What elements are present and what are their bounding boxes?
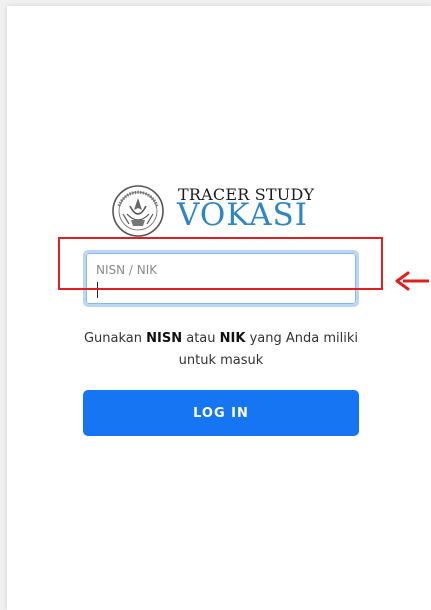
login-card [7, 6, 431, 610]
annotation-highlight-box [58, 237, 383, 290]
hint-prefix: Gunakan [83, 331, 147, 346]
arrow-left-icon [395, 271, 429, 291]
tracer-study-logo: TRACER STUDY VOKASI [107, 182, 327, 240]
hint-nisn: NISN [146, 331, 183, 346]
hint-middle: atau [182, 331, 220, 346]
login-hint-text: Gunakan NISN atau NIK yang Anda miliki u… [83, 328, 359, 372]
login-button[interactable]: LOG IN [83, 390, 359, 436]
hint-nik: NIK [219, 331, 246, 346]
logo-title-line2: VOKASI [177, 197, 309, 233]
tut-wuri-handayani-seal-icon [112, 185, 164, 237]
